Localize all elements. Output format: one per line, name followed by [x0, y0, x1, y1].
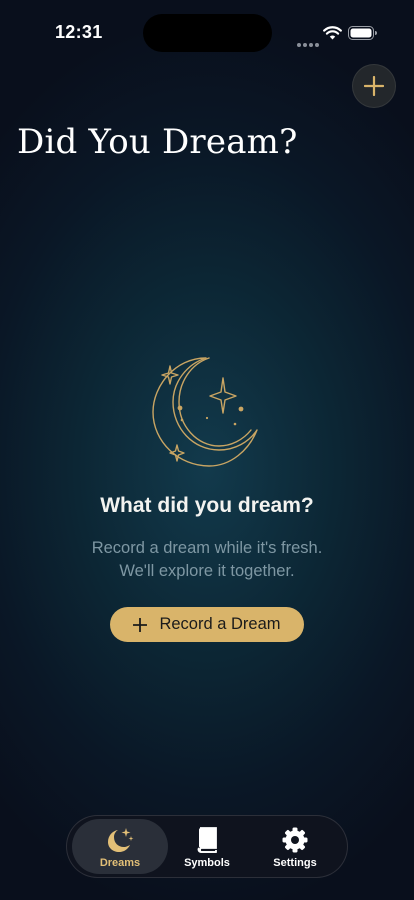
tab-bar: Dreams Symbols Settings — [66, 815, 348, 878]
crescent-moon-stars-icon — [152, 357, 258, 467]
battery-icon — [348, 26, 377, 40]
plus-icon — [133, 617, 148, 632]
empty-state-line-1: Record a dream while it's fresh. — [91, 539, 323, 557]
tab-dreams-label: Dreams — [99, 857, 141, 869]
record-dream-label: Record a Dream — [159, 615, 281, 633]
plus-icon — [364, 76, 384, 96]
tab-settings-label: Settings — [273, 857, 317, 869]
empty-state: What did you dream? Record a dream while… — [0, 350, 414, 580]
tab-dreams[interactable]: Dreams — [72, 819, 168, 874]
empty-state-line-2: We'll explore it together. — [119, 562, 295, 580]
page-title: Did You Dream? — [17, 122, 298, 162]
record-dream-button[interactable]: Record a Dream — [110, 607, 304, 642]
gear-icon — [247, 827, 343, 853]
dynamic-island — [143, 14, 272, 52]
status-bar: 12:31 — [0, 0, 414, 60]
empty-state-description: Record a dream while it's fresh. We'll e… — [0, 537, 414, 583]
cellular-signal-icon — [297, 34, 321, 52]
tab-symbols[interactable]: Symbols — [159, 819, 255, 874]
status-time: 12:31 — [55, 22, 103, 42]
moon-stars-icon — [72, 827, 168, 853]
tab-symbols-label: Symbols — [184, 857, 230, 869]
book-icon — [159, 827, 255, 853]
empty-state-heading: What did you dream? — [100, 494, 314, 517]
wifi-icon — [323, 26, 342, 40]
add-dream-button[interactable] — [352, 64, 396, 108]
tab-settings[interactable]: Settings — [247, 819, 343, 874]
